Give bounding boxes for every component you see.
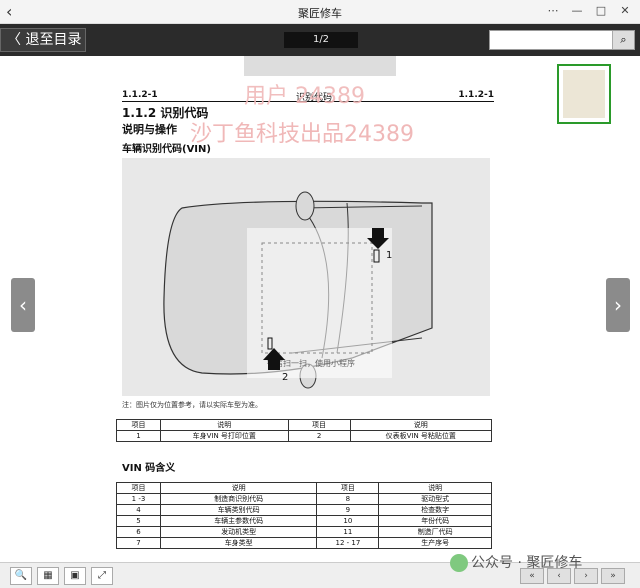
prev-page-button[interactable]: ‹ bbox=[11, 278, 35, 332]
header-left: 1.1.2-1 bbox=[122, 90, 158, 100]
fullscreen-icon[interactable]: ⤢ bbox=[91, 567, 113, 585]
t2-cell: 8 bbox=[316, 493, 380, 505]
table-row: 7 车身类型 12 - 17 生产序号 bbox=[116, 537, 492, 549]
table-row: 5 车辆主参数代码 10 年份代码 bbox=[116, 515, 492, 527]
t2-cell: 5 bbox=[116, 515, 161, 527]
section-subtitle: 说明与操作 bbox=[122, 123, 177, 136]
next-page-button[interactable]: › bbox=[606, 278, 630, 332]
thumbnail-preview bbox=[563, 70, 605, 118]
viewer-toolbar: 〈 退至目录 1/2 ⌕ bbox=[0, 24, 640, 56]
exit-to-catalog-button[interactable]: 〈 退至目录 bbox=[0, 28, 86, 52]
last-page-button[interactable]: » bbox=[601, 568, 625, 584]
t2-cell: 制造厂代码 bbox=[378, 526, 492, 538]
wechat-icon bbox=[450, 554, 468, 572]
t2-cell: 车辆类别代码 bbox=[159, 504, 318, 516]
t1-cell: 1 bbox=[116, 430, 161, 442]
wechat-watermark: 公众号 · 聚匠修车 bbox=[450, 552, 582, 572]
table-row: 6 发动机类型 11 制造厂代码 bbox=[116, 526, 492, 538]
maximize-icon[interactable]: □ bbox=[594, 4, 608, 17]
t2-cell: 10 bbox=[316, 515, 380, 527]
watermark-user: 用户 24389 bbox=[244, 84, 365, 109]
t2-header: 说明 bbox=[378, 482, 492, 494]
t2-cell: 车身类型 bbox=[159, 537, 318, 549]
more-icon[interactable]: ⋯ bbox=[546, 4, 560, 17]
t2-cell: 12 - 17 bbox=[316, 537, 380, 549]
t2-cell: 车辆主参数代码 bbox=[159, 515, 318, 527]
t2-cell: 4 bbox=[116, 504, 161, 516]
vin-location-diagram: 微信扫一扫，使用小程序 1 2 bbox=[122, 158, 490, 396]
t2-cell: 驱动型式 bbox=[378, 493, 492, 505]
grid-view-icon[interactable]: ▦ bbox=[37, 567, 59, 585]
title-bar: ‹ 聚匠修车 ⋯ — □ ✕ bbox=[0, 0, 640, 24]
table-row: 1 车身VIN 号打印位置 2 仪表板VIN 号粘贴位置 bbox=[116, 430, 493, 442]
book-view-icon[interactable]: ▣ bbox=[64, 567, 86, 585]
t2-cell: 11 bbox=[316, 526, 380, 538]
t2-header: 说明 bbox=[159, 482, 318, 494]
t1-cell: 车身VIN 号打印位置 bbox=[160, 430, 289, 442]
t2-cell: 7 bbox=[116, 537, 161, 549]
watermark-publisher: 沙丁鱼科技出品24389 bbox=[190, 122, 414, 147]
close-icon[interactable]: ✕ bbox=[618, 4, 632, 17]
t1-header: 说明 bbox=[160, 419, 289, 431]
figure-note: 注：图片仅为位置参考，请以实际车型为准。 bbox=[122, 401, 262, 409]
t2-cell: 年份代码 bbox=[378, 515, 492, 527]
label-1: 1 bbox=[386, 250, 392, 261]
t2-cell: 生产序号 bbox=[378, 537, 492, 549]
mini-nav-bar[interactable] bbox=[244, 56, 396, 76]
t1-header: 项目 bbox=[287, 419, 351, 431]
search-box: ⌕ bbox=[489, 30, 635, 50]
window-title: 聚匠修车 bbox=[298, 7, 342, 20]
vin-location-table: 项目 说明 项目 说明 1 车身VIN 号打印位置 2 仪表板VIN 号粘贴位置 bbox=[116, 419, 493, 442]
vin-meaning-title: VIN 码含义 bbox=[122, 463, 176, 474]
label-2: 2 bbox=[282, 372, 288, 383]
page-indicator: 1/2 bbox=[284, 32, 358, 48]
t2-cell: 发动机类型 bbox=[159, 526, 318, 538]
t1-cell: 2 bbox=[287, 430, 351, 442]
table-row: 4 车辆类别代码 9 检查数字 bbox=[116, 504, 492, 516]
t2-cell: 制造商识别代码 bbox=[159, 493, 318, 505]
t2-header: 项目 bbox=[116, 482, 161, 494]
t2-cell: 1 -3 bbox=[116, 493, 161, 505]
zoom-icon[interactable]: 🔍 bbox=[10, 567, 32, 585]
search-icon[interactable]: ⌕ bbox=[612, 31, 634, 49]
wechat-label: 公众号 · 聚匠修车 bbox=[471, 555, 583, 571]
search-input[interactable] bbox=[492, 32, 610, 48]
minimize-icon[interactable]: — bbox=[570, 4, 584, 17]
header-right: 1.1.2-1 bbox=[458, 90, 494, 100]
page-thumbnail[interactable] bbox=[557, 64, 611, 124]
car-diagram-svg: 微信扫一扫，使用小程序 1 2 bbox=[122, 158, 490, 396]
t2-cell: 9 bbox=[316, 504, 380, 516]
document-page: 1.1.2-1 识别代码 1.1.2-1 用户 24389 沙丁鱼科技出品243… bbox=[0, 56, 640, 562]
t2-header: 项目 bbox=[316, 482, 380, 494]
t1-header: 说明 bbox=[349, 419, 493, 431]
table-row: 1 -3 制造商识别代码 8 驱动型式 bbox=[116, 493, 492, 505]
section-title: 1.1.2 识别代码 bbox=[122, 106, 209, 120]
t2-cell: 检查数字 bbox=[378, 504, 492, 516]
document-viewer[interactable]: 1.1.2-1 识别代码 1.1.2-1 用户 24389 沙丁鱼科技出品243… bbox=[0, 56, 640, 562]
t2-cell: 6 bbox=[116, 526, 161, 538]
vin-meaning-table: 项目 说明 项目 说明 1 -3 制造商识别代码 8 驱动型式 4 车辆类别代码… bbox=[116, 482, 492, 549]
vin-heading: 车辆识别代码(VIN) bbox=[122, 144, 211, 155]
t1-header: 项目 bbox=[116, 419, 161, 431]
t1-cell: 仪表板VIN 号粘贴位置 bbox=[349, 430, 493, 442]
window-actions: ⋯ — □ ✕ bbox=[546, 4, 632, 17]
